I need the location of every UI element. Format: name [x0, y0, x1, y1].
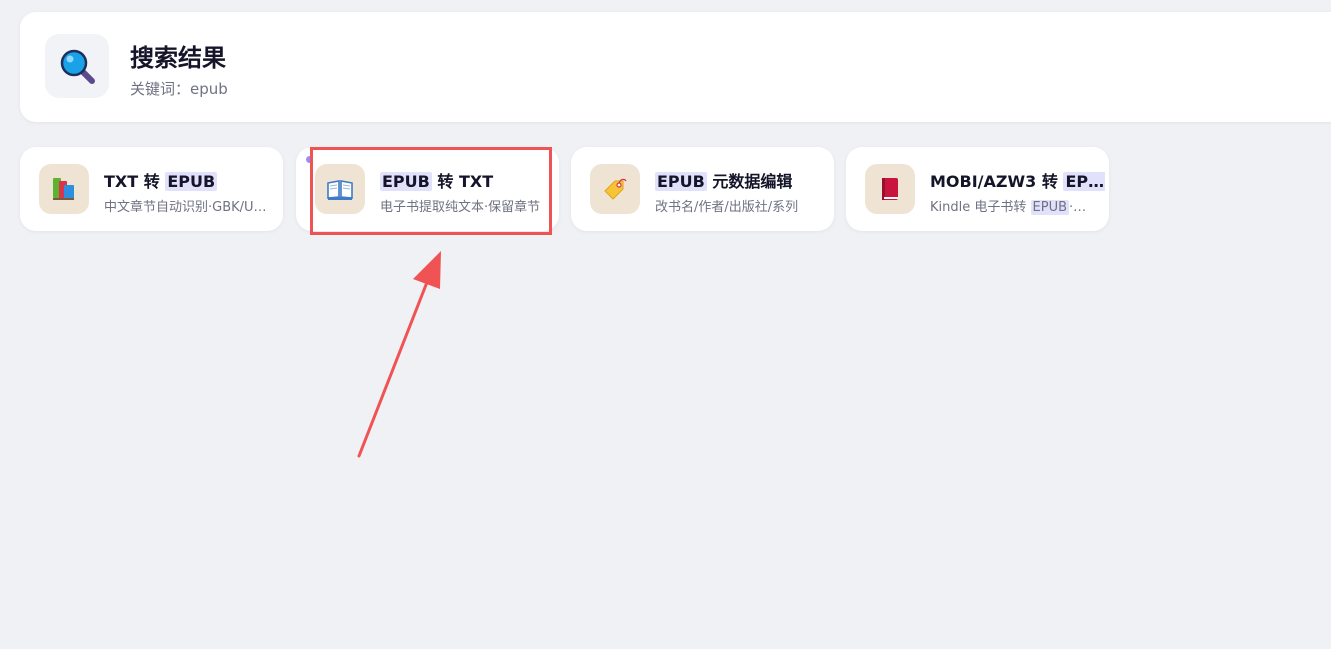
keyword-highlight: EPUB — [1030, 200, 1070, 215]
card-title: MOBI/AZW3 转 EPUB — [930, 168, 1105, 192]
tag-icon — [590, 164, 640, 214]
card-title: EPUB 转 TXT — [380, 172, 494, 191]
open-book-icon — [315, 164, 365, 214]
result-card-epub-metadata-edit[interactable]: EPUB 元数据编辑 改书名/作者/出版社/系列 — [571, 147, 834, 231]
keyword-highlight: EPUB — [380, 172, 432, 191]
search-results-header: 搜索结果 关键词：epub — [20, 12, 1331, 122]
result-card-epub-to-txt[interactable]: EPUB 转 TXT 电子书提取纯文本·保留章节 — [296, 147, 559, 231]
card-description: 电子书提取纯文本·保留章节 — [380, 200, 541, 215]
card-description: Kindle 电子书转 EPUB·批量 — [930, 200, 1096, 215]
keyword-highlight: EPUB — [655, 172, 707, 191]
keyword-highlight: EPUB — [165, 172, 218, 191]
page-title: 搜索结果 — [130, 44, 226, 72]
card-title: TXT 转 EPUB — [104, 172, 218, 191]
magnifier-icon — [45, 34, 109, 98]
search-keyword: 关键词：epub — [130, 80, 228, 98]
books-icon — [39, 164, 89, 214]
keyword-highlight: EPUB — [1063, 172, 1105, 191]
card-description: 改书名/作者/出版社/系列 — [655, 200, 799, 215]
card-description: 中文章节自动识别·GBK/UTF-8 — [104, 200, 270, 215]
red-book-icon — [865, 164, 915, 214]
result-card-mobi-to-epub[interactable]: MOBI/AZW3 转 EPUB Kindle 电子书转 EPUB·批量 — [846, 147, 1109, 231]
card-title: EPUB 元数据编辑 — [655, 172, 793, 191]
result-card-txt-to-epub[interactable]: TXT 转 EPUB 中文章节自动识别·GBK/UTF-8 — [20, 147, 283, 231]
active-indicator-dot — [306, 156, 313, 163]
